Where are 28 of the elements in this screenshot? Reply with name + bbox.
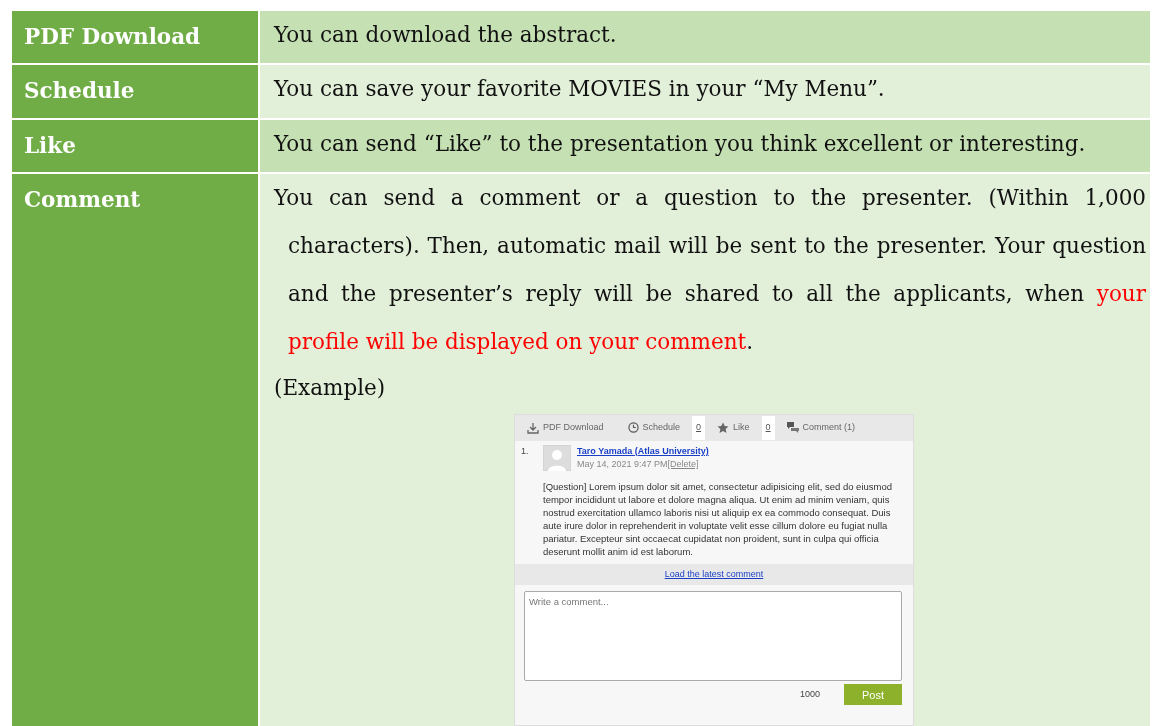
feature-label: Like: [11, 118, 259, 173]
comment-number: 1.: [521, 444, 530, 458]
download-tab[interactable]: PDF Download: [515, 414, 616, 441]
delete-link[interactable]: [Delete]: [667, 459, 699, 470]
clock-icon: [627, 422, 639, 434]
download-icon: [527, 421, 539, 434]
comment-text: [Question] Lorem ipsum dolor sit amet, consectetur adipisicing elit, sed do eiusmod tempor incididunt ut labore et dolore magna aliqua. Ut enim ad minim veniam, quis nostrud exercitation ullamco laboris nisi ut aliquip ex ea commodo consequat. Duis aute irure dolor in reprehenderit in voluptate velit esse cillum dolore eu fugiat nulla pariatur. Excepteur sint occaecat cupidatat non proident, sunt in culpa qui officia deserunt mollit anim id est laborum.: [542, 479, 894, 558]
avatar-silhouette: [543, 444, 571, 471]
schedule-tab[interactable]: Schedule: [615, 414, 693, 441]
feature-label: PDF Download: [11, 10, 259, 65]
load-latest-link[interactable]: Load the latest comment: [664, 568, 764, 579]
like-tab[interactable]: Like: [705, 414, 762, 441]
star-icon: [717, 421, 730, 434]
feature-description: You can save your favorite MOVIES in your “My Menu”.: [274, 75, 886, 104]
character-count: 1000: [799, 688, 820, 701]
count-link[interactable]: 0: [761, 416, 775, 440]
speech-bubbles-icon: [786, 422, 799, 434]
feature-label: Schedule: [11, 64, 259, 119]
example-label: (Example): [274, 373, 387, 402]
comment-field[interactable]: Write a comment...: [524, 591, 902, 682]
feature-label: Comment: [11, 172, 259, 726]
comment-tab[interactable]: Comment (1): [774, 414, 868, 441]
feature-description: You can download the abstract.: [274, 21, 618, 49]
feature-description: You can send “Like” to the presentation you think excellent or interesting.: [274, 129, 1087, 158]
comment-date: May 14, 2021 9:47 PM: [577, 459, 668, 470]
count-link[interactable]: 0: [692, 416, 706, 440]
author-link[interactable]: Taro Yamada (Atlas University): [577, 444, 709, 459]
feature-description: You can send a comment or a question to the presenter. (Within 1,000 characters). Then, automatic mail will be sent to the presenter. Your question and the presenter’s reply will be shared to all the applicants, when your profile will be displayed on your comment.: [274, 183, 1146, 356]
